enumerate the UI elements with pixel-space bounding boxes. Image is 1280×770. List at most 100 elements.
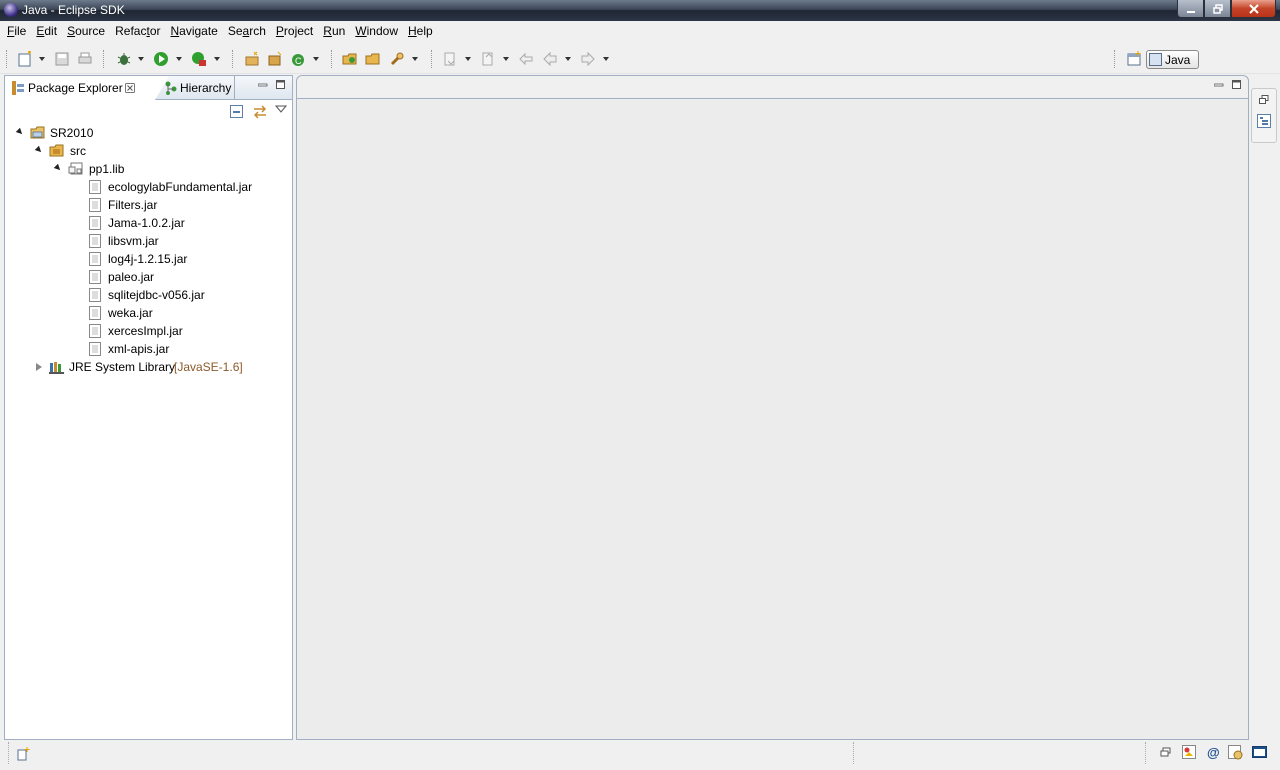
- toolbar-separator: [232, 50, 233, 68]
- close-tab-icon[interactable]: [125, 83, 135, 93]
- run-dropdown[interactable]: [176, 57, 182, 61]
- menu-run[interactable]: Run: [318, 21, 350, 42]
- eclipse-logo-icon: [4, 3, 18, 17]
- editor-tabbar: [297, 76, 1248, 99]
- minimize-editor-icon[interactable]: [1214, 81, 1224, 90]
- package-explorer-view: Package Explorer Hierarchy SR2010 src pp…: [4, 75, 293, 740]
- javadoc-icon[interactable]: @: [1207, 745, 1220, 760]
- hierarchy-icon: [165, 81, 177, 95]
- expand-toggle-icon[interactable]: [36, 363, 42, 371]
- open-resource-icon[interactable]: [365, 51, 381, 67]
- tree-item-label: xml-apis.jar: [108, 342, 170, 356]
- tree-item-label: sqlitejdbc-v056.jar: [108, 288, 205, 302]
- menu-source[interactable]: Source: [62, 21, 110, 42]
- menu-help[interactable]: Help: [403, 21, 438, 42]
- maximize-editor-icon[interactable]: [1232, 80, 1242, 89]
- minimize-icon: [1186, 10, 1195, 13]
- save-icon[interactable]: [54, 51, 70, 67]
- outline-icon[interactable]: [1257, 114, 1272, 129]
- menu-run-label: un: [331, 24, 346, 38]
- menu-source-label: ource: [75, 24, 106, 38]
- jar-icon: [89, 324, 101, 338]
- menu-file-label: ile: [14, 24, 27, 38]
- editor-area[interactable]: [296, 75, 1249, 740]
- expand-toggle-icon[interactable]: [34, 145, 44, 155]
- search-dropdown[interactable]: [412, 57, 418, 61]
- collapse-all-icon[interactable]: [230, 105, 244, 119]
- last-edit-location-icon[interactable]: [518, 51, 534, 67]
- tab-package-explorer-label: Package Explorer: [28, 81, 123, 95]
- menu-project[interactable]: Project: [271, 21, 318, 42]
- right-trim-stack: [1251, 88, 1277, 143]
- jar-icon: [89, 288, 101, 302]
- external-tools-dropdown[interactable]: [214, 57, 220, 61]
- project-icon: [30, 126, 45, 139]
- new-java-class-icon[interactable]: C: [290, 51, 306, 67]
- debug-icon[interactable]: [116, 51, 132, 67]
- print-icon[interactable]: [77, 51, 93, 67]
- open-perspective-icon[interactable]: [1126, 51, 1142, 67]
- menu-search[interactable]: Search: [223, 21, 271, 42]
- toolbar-separator: [331, 50, 332, 68]
- expand-toggle-icon[interactable]: [53, 163, 63, 173]
- previous-annotation-icon[interactable]: [480, 51, 496, 67]
- link-with-editor-icon[interactable]: [252, 104, 268, 120]
- declaration-icon[interactable]: [1228, 745, 1244, 761]
- debug-dropdown[interactable]: [138, 57, 144, 61]
- toolbar-separator: [1114, 50, 1115, 68]
- new-dropdown[interactable]: [39, 57, 45, 61]
- tree-item-label: ecologylabFundamental.jar: [108, 180, 253, 194]
- back-dropdown[interactable]: [565, 57, 571, 61]
- tab-hierarchy[interactable]: Hierarchy: [161, 76, 235, 100]
- forward-icon[interactable]: [580, 51, 596, 67]
- menu-project-mnemonic: P: [275, 24, 284, 38]
- restore-view-icon[interactable]: [1259, 95, 1269, 105]
- external-tools-icon[interactable]: [191, 51, 207, 67]
- new-java-package-icon[interactable]: [267, 51, 283, 67]
- new-icon[interactable]: [17, 51, 33, 67]
- tab-package-explorer[interactable]: Package Explorer: [5, 76, 169, 100]
- menu-window[interactable]: Window: [350, 21, 403, 42]
- menu-file[interactable]: File: [2, 21, 31, 42]
- previous-annotation-dropdown[interactable]: [503, 57, 509, 61]
- svg-text:C: C: [295, 56, 302, 66]
- menu-search-label: rch: [249, 24, 266, 38]
- problems-icon[interactable]: [1182, 745, 1197, 760]
- tab-hierarchy-label: Hierarchy: [180, 81, 232, 95]
- forward-dropdown[interactable]: [603, 57, 609, 61]
- new-class-dropdown[interactable]: [313, 57, 319, 61]
- open-type-icon[interactable]: [342, 51, 358, 67]
- menu-edit[interactable]: Edit: [31, 21, 62, 42]
- toolbar-grip: [6, 50, 7, 68]
- back-icon[interactable]: [542, 51, 558, 67]
- package-explorer-tabbar: Package Explorer Hierarchy: [5, 76, 292, 100]
- new-java-project-icon[interactable]: [244, 51, 260, 67]
- view-menu-icon[interactable]: [275, 104, 287, 114]
- menu-refactor[interactable]: Refactor: [110, 21, 165, 42]
- search-icon[interactable]: [389, 51, 405, 67]
- menu-navigate-mnemonic: N: [170, 24, 180, 38]
- tree-item-label: Filters.jar: [108, 198, 158, 212]
- run-icon[interactable]: [153, 51, 169, 67]
- expand-toggle-icon[interactable]: [15, 127, 25, 137]
- maximize-view-icon[interactable]: [276, 80, 286, 89]
- status-bar: @: [0, 740, 1280, 770]
- tree-item-label: Jama-1.0.2.jar: [108, 216, 185, 230]
- restore-trim-icon[interactable]: [1160, 747, 1172, 759]
- next-annotation-icon[interactable]: [442, 51, 458, 67]
- tree-item-label: xercesImpl.jar: [108, 324, 183, 338]
- next-annotation-dropdown[interactable]: [465, 57, 471, 61]
- java-perspective-label: Java: [1165, 53, 1191, 67]
- fast-view-icon[interactable]: [16, 746, 32, 762]
- close-button[interactable]: [1231, 0, 1276, 18]
- maximize-button[interactable]: [1204, 0, 1231, 18]
- window-title: Java - Eclipse SDK: [22, 3, 125, 17]
- main-toolbar: C: [0, 44, 1280, 74]
- minimize-button[interactable]: [1177, 0, 1204, 18]
- menu-edit-label: dit: [44, 24, 58, 38]
- minimize-view-icon[interactable]: [258, 81, 268, 90]
- java-perspective-button[interactable]: Java: [1146, 50, 1199, 69]
- jar-icon: [89, 198, 101, 212]
- menu-navigate[interactable]: Navigate: [165, 21, 222, 42]
- console-icon[interactable]: [1252, 745, 1268, 761]
